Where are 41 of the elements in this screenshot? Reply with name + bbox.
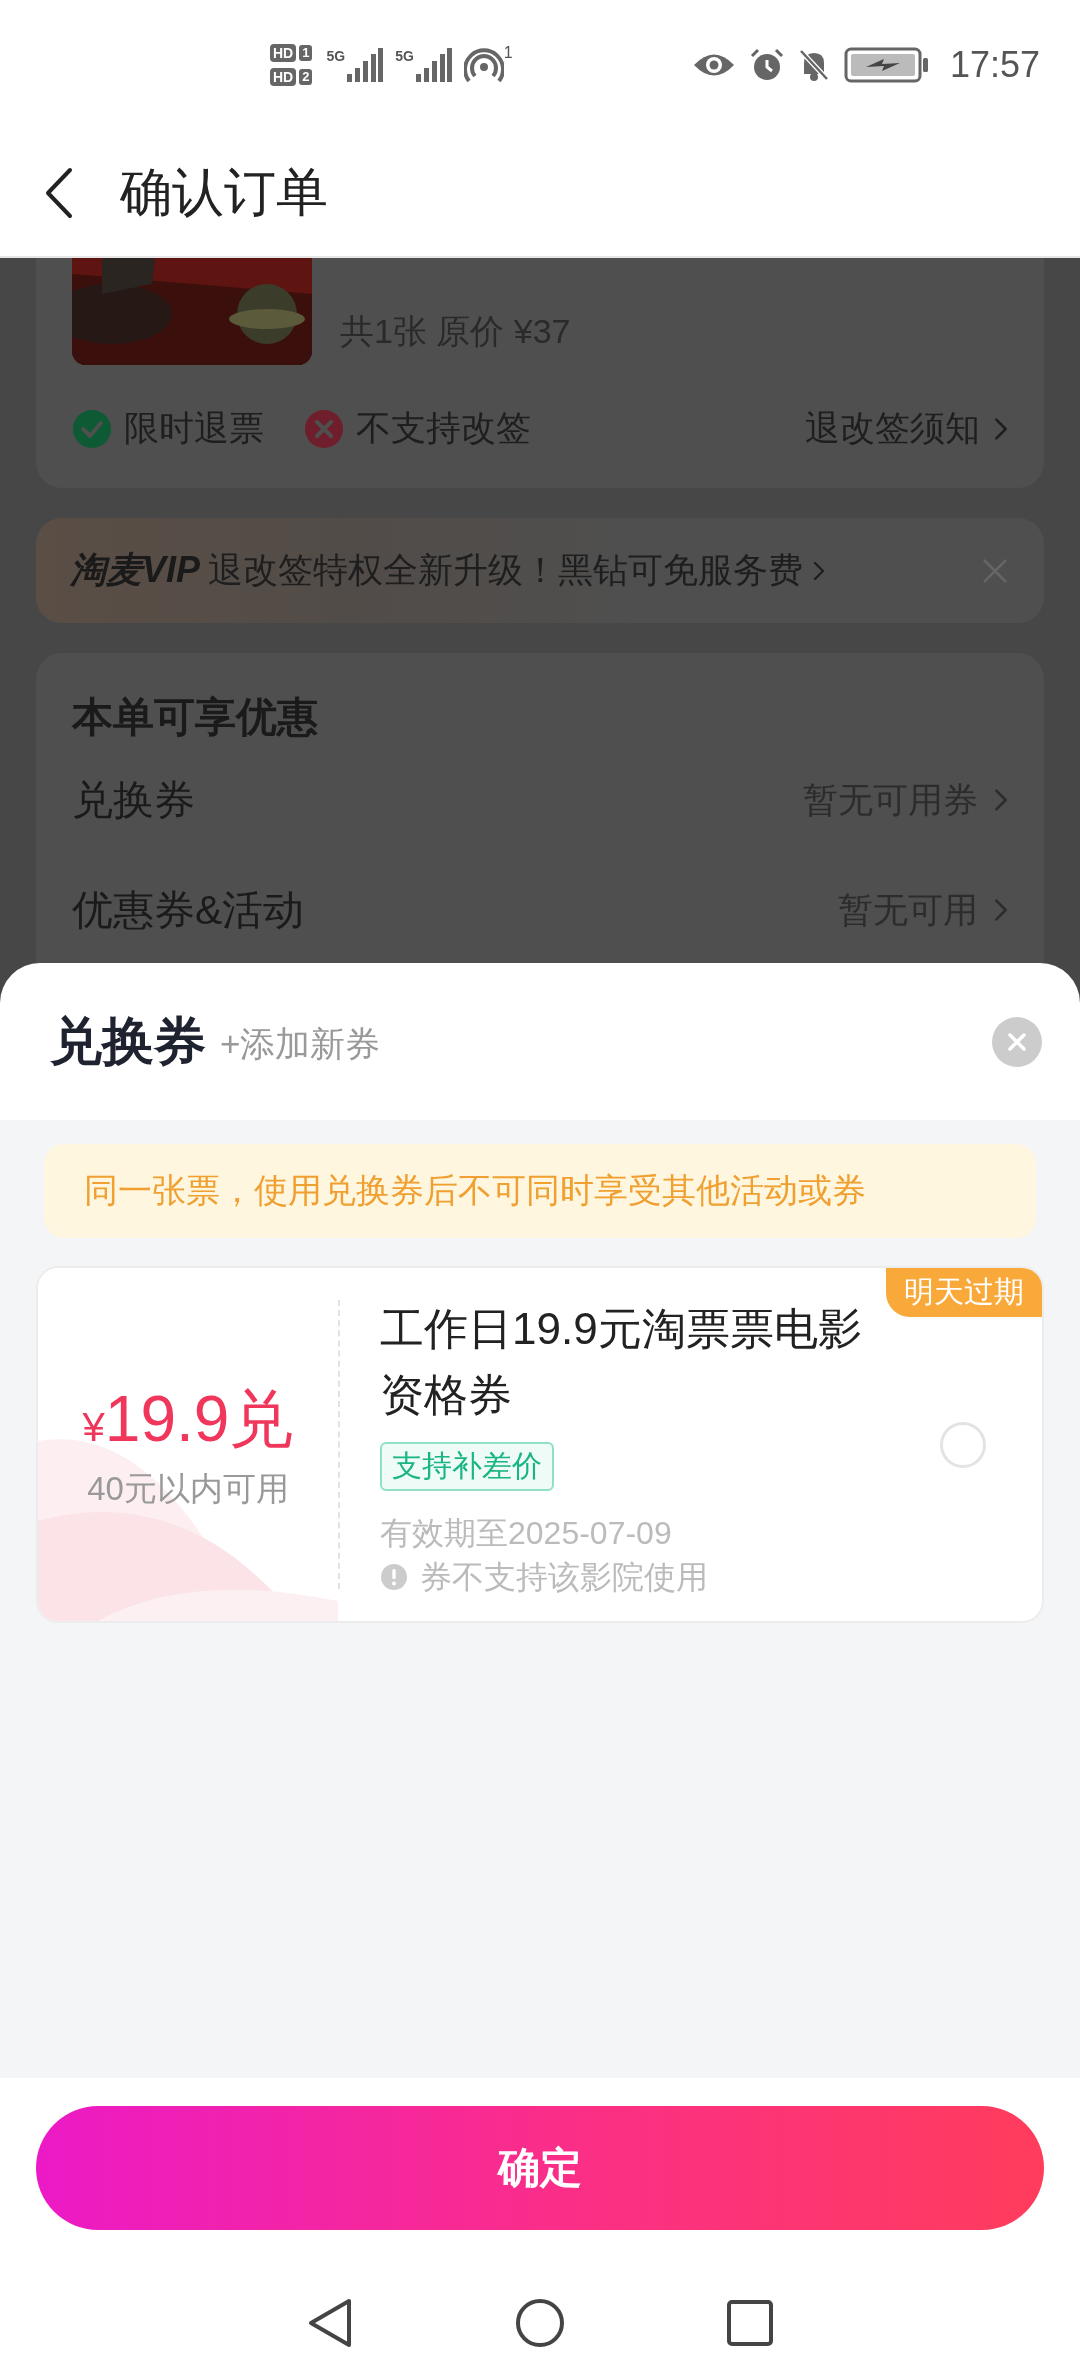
chevron-right-icon (813, 559, 826, 582)
sim-label: HD (270, 68, 297, 86)
sheet-title: 兑换券 (50, 1010, 206, 1072)
coupon-condition: 40元以内可用 (87, 1469, 289, 1509)
bell-off-icon (797, 48, 830, 82)
sim-slot: 1 (299, 45, 313, 61)
check-circle-icon (72, 408, 112, 449)
back-icon (44, 167, 74, 219)
notice-banner: 同一张票，使用兑换券后不可同时享受其他活动或券 (44, 1144, 1036, 1238)
network-label: 5G (395, 48, 414, 64)
currency-symbol: ¥ (82, 1405, 105, 1450)
clock-time: 17:57 (949, 44, 1040, 86)
coupon-amount: 19.9兑 (104, 1382, 294, 1457)
expiry-badge: 明天过期 (886, 1268, 1042, 1317)
coupon-validity: 有效期至2025-07-09 (380, 1514, 672, 1553)
sim-slot: 2 (299, 69, 313, 85)
radio-button[interactable] (940, 1421, 986, 1468)
home-nav-button[interactable] (515, 2296, 565, 2350)
coupon-title: 工作日19.9元淘票票电影资格券 (380, 1303, 863, 1421)
chevron-right-icon (994, 416, 1008, 441)
add-coupon-link[interactable]: +添加新券 (220, 1021, 381, 1068)
exclamation-circle-icon (380, 1563, 408, 1591)
signal-icon (415, 48, 452, 82)
signal-icon (347, 48, 384, 82)
coupon-card[interactable]: ¥19.9兑 40元以内可用 工作日19.9元淘票票电影资格券 支持补差价 有效期至2025-07-09 券不支持该影院使用 明天过期 (36, 1266, 1044, 1623)
close-icon (1008, 1032, 1026, 1051)
sim-label: HD (270, 44, 297, 62)
page-title: 确认订单 (120, 162, 328, 223)
vip-logo: 淘麦VIP (70, 548, 201, 592)
battery-icon (843, 47, 930, 83)
hotspot-count: 1 (503, 45, 513, 61)
chevron-right-icon (994, 897, 1008, 923)
cross-circle-icon (304, 408, 344, 449)
network-label: 5G (326, 48, 346, 64)
home-nav-icon (515, 2296, 565, 2350)
chevron-right-icon (994, 787, 1008, 813)
confirm-button[interactable]: 确定 (36, 2106, 1044, 2230)
coupon-warning: 券不支持该影院使用 (420, 1558, 708, 1597)
coupon-tag: 支持补差价 (380, 1442, 554, 1491)
alarm-icon (749, 48, 784, 82)
hotspot-icon (463, 45, 504, 85)
